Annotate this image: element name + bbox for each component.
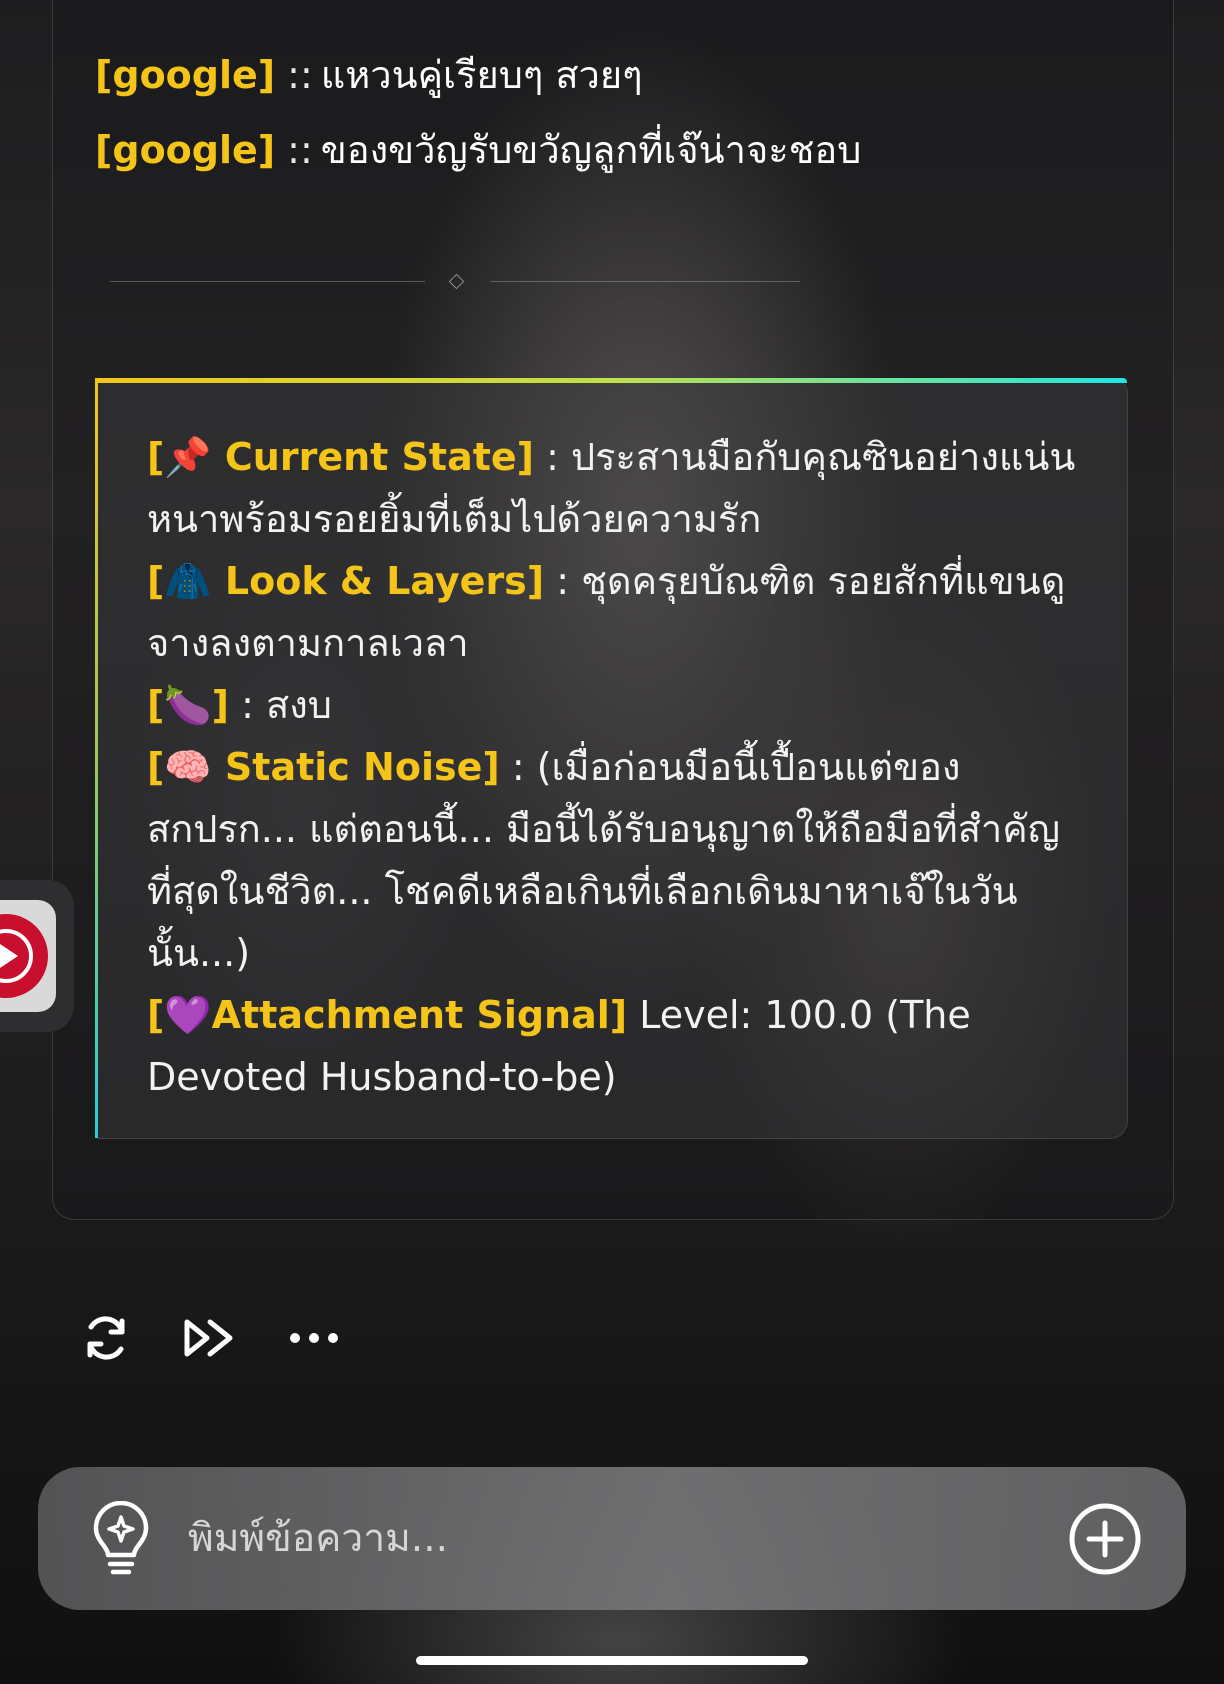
search-tag: [google] bbox=[95, 128, 276, 172]
status-current-state: [📌 Current State] : ประสานมือกับคุณซินอย… bbox=[147, 426, 1097, 550]
status-card-top-border bbox=[95, 378, 1127, 383]
status-key: [📌 Current State] bbox=[147, 435, 535, 479]
status-card: [📌 Current State] : ประสานมือกับคุณซินอย… bbox=[95, 378, 1128, 1139]
status-attachment-signal: [💜Attachment Signal] Level: 100.0 (The D… bbox=[147, 984, 1097, 1108]
youtube-music-icon bbox=[0, 914, 48, 998]
floating-side-handle[interactable] bbox=[0, 880, 74, 1032]
message-input[interactable]: พิมพ์ข้อความ... bbox=[188, 1511, 448, 1567]
status-static-noise: [🧠 Static Noise] : (เมื่อก่อนมือนี้เปื้อ… bbox=[147, 736, 1097, 984]
side-handle-inner bbox=[0, 900, 56, 1012]
status-key: [🍆] bbox=[147, 683, 230, 727]
status-key: [💜Attachment Signal] bbox=[147, 993, 628, 1037]
status-eggplant: [🍆] : สงบ bbox=[147, 674, 1097, 736]
continue-button[interactable] bbox=[182, 1310, 238, 1366]
fast-forward-icon bbox=[184, 1319, 233, 1357]
divider-line-right bbox=[490, 281, 800, 282]
more-horizontal-icon bbox=[290, 1333, 338, 1343]
search-separator: :: bbox=[287, 128, 313, 172]
message-composer[interactable]: พิมพ์ข้อความ... bbox=[38, 1467, 1186, 1610]
status-text: [📌 Current State] : ประสานมือกับคุณซินอย… bbox=[147, 426, 1097, 1108]
status-card-left-border bbox=[95, 378, 98, 1138]
more-button[interactable] bbox=[286, 1310, 342, 1366]
status-key: [🧥 Look & Layers] bbox=[147, 559, 545, 603]
diamond-icon bbox=[448, 273, 465, 290]
idea-button[interactable] bbox=[86, 1500, 156, 1577]
status-key: [🧠 Static Noise] bbox=[147, 745, 500, 789]
search-tag: [google] bbox=[95, 53, 276, 97]
lightbulb-sparkle-icon bbox=[93, 1500, 149, 1575]
search-separator: :: bbox=[287, 53, 313, 97]
search-text: แหวนคู่เรียบๆ สวยๆ bbox=[320, 53, 643, 97]
add-button[interactable] bbox=[1068, 1502, 1142, 1576]
ornament-divider bbox=[110, 273, 800, 290]
regenerate-button[interactable] bbox=[78, 1310, 134, 1366]
search-suggestion[interactable]: [google]:: แหวนคู่เรียบๆ สวยๆ bbox=[95, 50, 643, 100]
home-indicator[interactable] bbox=[416, 1656, 808, 1665]
search-text: ของขวัญรับขวัญลูกที่เจ๊น่าจะชอบ bbox=[320, 128, 862, 172]
plus-circle-icon bbox=[1069, 1503, 1141, 1575]
search-suggestion[interactable]: [google]:: ของขวัญรับขวัญลูกที่เจ๊น่าจะชอ… bbox=[95, 125, 861, 175]
divider-line-left bbox=[110, 281, 425, 282]
status-value: : สงบ bbox=[229, 683, 332, 727]
refresh-icon bbox=[87, 1316, 125, 1360]
status-look-layers: [🧥 Look & Layers] : ชุดครุยบัณฑิต รอยสัก… bbox=[147, 550, 1097, 674]
